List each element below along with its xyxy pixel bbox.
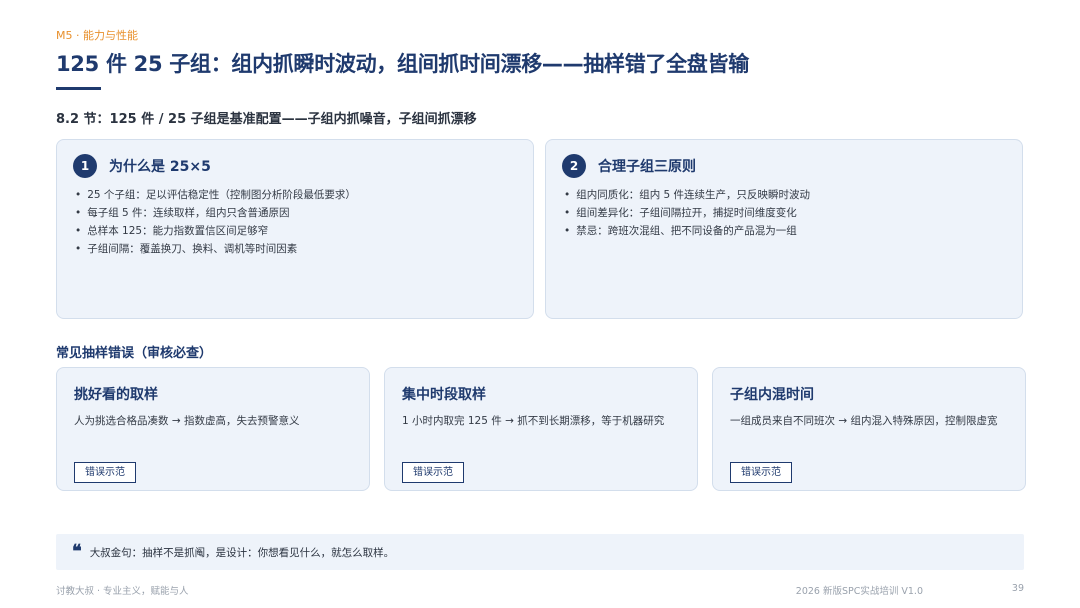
bullet-item: 子组间隔：覆盖换刀、换料、调机等时间因素 [75,240,356,258]
footer-course: 2026 新版SPC实战培训 V1.0 [795,586,923,597]
section-subtitle: 8.2 节：125 件 / 25 子组是基准配置——子组内抓噪音，子组间抓漂移 [56,112,477,127]
errors-section-label: 常见抽样错误（审核必查） [56,346,213,361]
bullet-item: 组间差异化：子组间隔拉开，捕捉时间维度变化 [564,204,810,222]
error-card-desc: 一组成员来自不同班次 → 组内混入特殊原因，控制限虚宽 [730,415,998,427]
module-tag: M5 · 能力与性能 [56,29,138,42]
error-card-mixed-time: 子组内混时间 一组成员来自不同班次 → 组内混入特殊原因，控制限虚宽 错误示范 [712,367,1026,491]
error-card-cherry-picking: 挑好看的取样 人为挑选合格品凑数 → 指数虚高，失去预警意义 错误示范 [56,367,370,491]
page-number: 39 [1011,583,1024,594]
error-card-title: 子组内混时间 [730,387,814,403]
panel-why-25x5: 1 为什么是 25×5 25 个子组：足以评估稳定性（控制图分析阶段最低要求） … [56,139,534,319]
error-card-concentrated-sampling: 集中时段取样 1 小时内取完 125 件 → 抓不到长期漂移，等于机器研究 错误… [384,367,698,491]
panel-title: 合理子组三原则 [598,159,696,175]
error-card-desc: 1 小时内取完 125 件 → 抓不到长期漂移，等于机器研究 [402,415,665,427]
bullet-list: 组内同质化：组内 5 件连续生产，只反映瞬时波动 组间差异化：子组间隔拉开，捕捉… [564,186,810,240]
bad-example-button[interactable]: 错误示范 [402,462,464,483]
footer-brand: 讨教大叔 · 专业主义，赋能与人 [56,586,189,597]
bullet-list: 25 个子组：足以评估稳定性（控制图分析阶段最低要求） 每子组 5 件：连续取样… [75,186,356,258]
page-title: 125 件 25 子组：组内抓瞬时波动，组间抓时间漂移——抽样错了全盘皆输 [56,52,749,76]
bullet-item: 每子组 5 件：连续取样，组内只含普通原因 [75,204,356,222]
error-card-title: 挑好看的取样 [74,387,158,403]
error-card-title: 集中时段取样 [402,387,486,403]
bullet-item: 组内同质化：组内 5 件连续生产，只反映瞬时波动 [564,186,810,204]
bad-example-button[interactable]: 错误示范 [74,462,136,483]
number-badge: 2 [562,154,586,178]
bullet-item: 25 个子组：足以评估稳定性（控制图分析阶段最低要求） [75,186,356,204]
error-card-desc: 人为挑选合格品凑数 → 指数虚高，失去预警意义 [74,415,300,427]
quote-text: 大叔金句：抽样不是抓阄，是设计：你想看见什么，就怎么取样。 [89,546,395,559]
quote-mark-icon: ❝ [72,541,82,562]
panel-subgroup-principles: 2 合理子组三原则 组内同质化：组内 5 件连续生产，只反映瞬时波动 组间差异化… [545,139,1023,319]
number-badge: 1 [73,154,97,178]
bad-example-button[interactable]: 错误示范 [730,462,792,483]
title-underline [56,87,101,90]
bullet-item: 总样本 125：能力指数置信区间足够窄 [75,222,356,240]
panel-header: 2 合理子组三原则 [562,154,696,178]
bullet-item: 禁忌：跨班次混组、把不同设备的产品混为一组 [564,222,810,240]
panel-title: 为什么是 25×5 [109,159,211,175]
quote-bar: ❝ 大叔金句：抽样不是抓阄，是设计：你想看见什么，就怎么取样。 [56,534,1024,570]
panel-header: 1 为什么是 25×5 [73,154,211,178]
